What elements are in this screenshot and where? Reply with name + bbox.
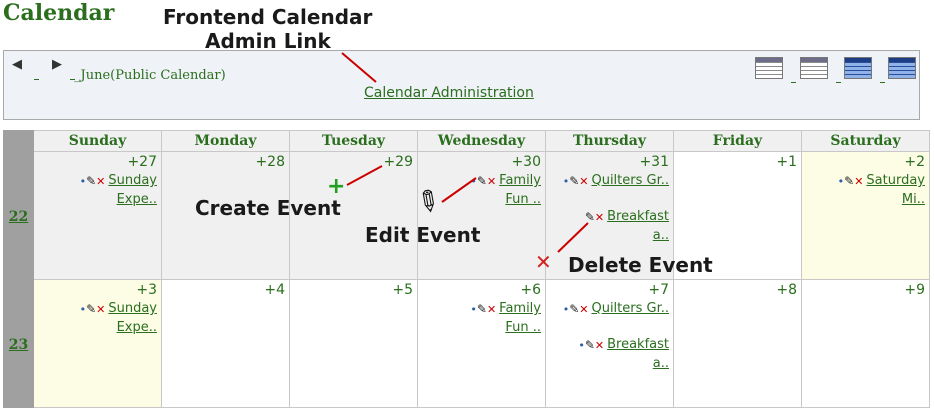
annotation-delete-event: Delete Event <box>568 253 713 277</box>
annotation-lines <box>341 52 589 253</box>
create-event-plus-icon: + <box>327 174 346 199</box>
annotation-edit-event: Edit Event <box>365 223 481 247</box>
annotation-create-event: Create Event <box>195 196 341 220</box>
delete-event-x-icon: ✕ <box>535 250 552 274</box>
